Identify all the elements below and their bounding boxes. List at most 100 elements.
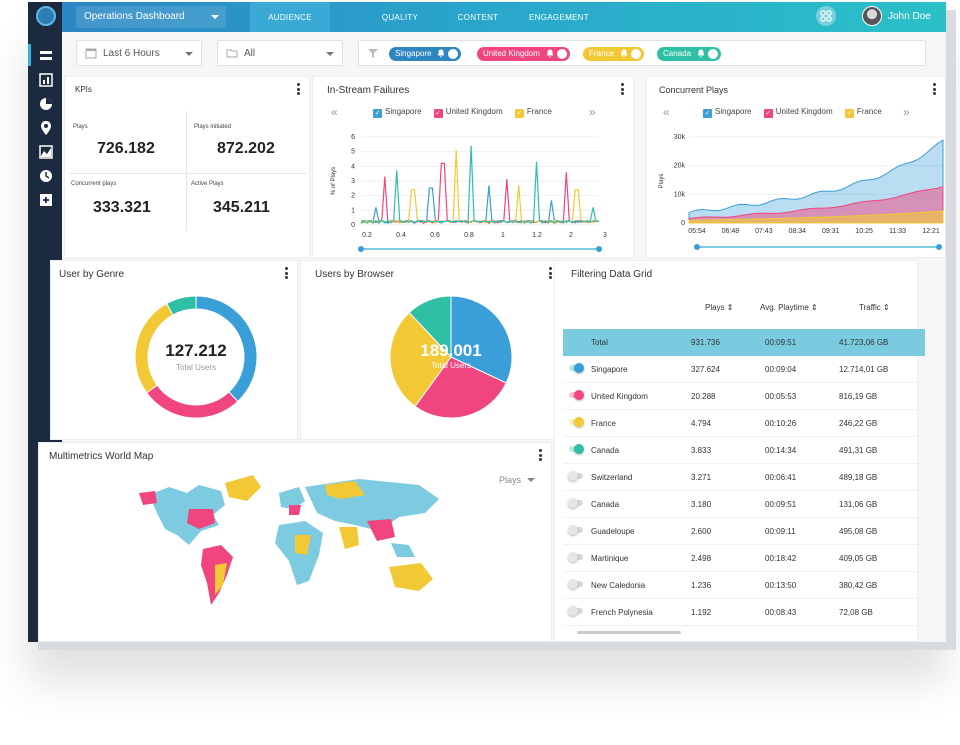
clock-chart-icon[interactable] <box>38 168 54 184</box>
table-row[interactable]: Canada 3.833 00:14:34 491,31 GB <box>563 437 925 464</box>
horizontal-scrollbar[interactable] <box>577 631 681 634</box>
in-stream-failures-panel: In-Stream Failures « » ✓ Singapore ✓ Unite… <box>312 76 634 258</box>
chevron-right-icon[interactable]: » <box>903 105 910 119</box>
table-row[interactable]: Singapore 327.624 00:09:04 12.714,01 GB <box>563 356 925 383</box>
bell-icon[interactable] <box>437 49 445 58</box>
bell-icon[interactable] <box>620 49 628 58</box>
row-toggle[interactable] <box>569 417 584 427</box>
concurrent-area-chart: 30k 20k 10k 0 Plays 05:54 06:48 07:43 08:34 09:31… <box>659 134 944 250</box>
dashboard-select[interactable]: Operations Dashboard <box>76 6 226 28</box>
app-logo[interactable] <box>36 6 56 26</box>
row-toggle[interactable] <box>568 552 583 562</box>
legend-item[interactable]: ✓ Singapore <box>703 107 751 118</box>
pie-chart-icon[interactable] <box>38 96 54 112</box>
chip-united-kingdom[interactable]: United Kingdom × <box>477 47 570 61</box>
cell-playtime: 00:09:04 <box>765 365 797 374</box>
tab-audience[interactable]: AUDIENCE <box>250 2 330 32</box>
folder-icon <box>226 47 238 59</box>
apps-icon[interactable] <box>816 6 836 26</box>
chevron-left-icon[interactable]: « <box>331 105 338 119</box>
column-header-plays[interactable]: Plays ⇕ <box>705 303 734 312</box>
row-toggle[interactable] <box>568 471 583 481</box>
close-icon[interactable]: × <box>448 49 459 59</box>
chevron-down-icon <box>527 478 536 482</box>
cell-name: Martinique <box>591 554 629 563</box>
table-row[interactable]: France 4.794 00:10:26 246,22 GB <box>563 410 925 437</box>
divider <box>186 111 187 231</box>
tab-content[interactable]: CONTENT <box>440 2 516 32</box>
username[interactable]: John Doe <box>888 11 931 22</box>
cell-playtime: 00:09:51 <box>765 338 797 347</box>
more-vert-icon[interactable] <box>621 83 625 95</box>
table-row[interactable]: United Kingdom 20.288 00:05:53 816,19 GB <box>563 383 925 410</box>
more-vert-icon[interactable] <box>297 83 301 95</box>
x-tick-label: 0.6 <box>430 232 440 239</box>
metric-select[interactable]: Plays <box>499 475 536 485</box>
table-row[interactable]: Canada 3.180 00:09:51 131,06 GB <box>563 491 925 518</box>
cell-plays: 1.192 <box>691 608 712 617</box>
row-toggle[interactable] <box>568 525 583 535</box>
cell-traffic: 131,06 GB <box>839 500 878 509</box>
row-toggle[interactable] <box>568 498 583 508</box>
chip-canada[interactable]: Canada × <box>657 47 722 61</box>
cell-plays: 3.180 <box>691 500 712 509</box>
column-label: Avg. Playtime <box>760 303 809 312</box>
column-header-playtime[interactable]: Avg. Playtime ⇕ <box>760 303 818 312</box>
legend-item[interactable]: ✓ France <box>514 107 552 118</box>
area-chart-icon[interactable] <box>38 144 54 160</box>
legend-item[interactable]: ✓ France <box>844 107 882 118</box>
cell-playtime: 00:08:43 <box>765 608 797 617</box>
table-row[interactable]: Martinique 2.498 00:18:42 409,05 GB <box>563 545 925 572</box>
chip-singapore[interactable]: Singapore × <box>389 47 462 61</box>
donut-total-value: 127.212 <box>165 341 227 360</box>
location-icon[interactable] <box>38 120 54 136</box>
row-toggle[interactable] <box>568 606 583 616</box>
column-header-traffic[interactable]: Traffic ⇕ <box>859 303 890 312</box>
bell-icon[interactable] <box>546 49 554 58</box>
tab-quality[interactable]: QUALITY <box>362 2 438 32</box>
row-toggle[interactable] <box>569 390 584 400</box>
world-map[interactable] <box>129 465 459 615</box>
table-row[interactable]: French Polynesia 1.192 00:08:43 72,08 GB <box>563 599 925 626</box>
more-vert-icon[interactable] <box>285 267 289 279</box>
cell-traffic: 816,19 GB <box>839 392 878 401</box>
tab-engagement[interactable]: ENGAGEMENT <box>518 2 600 32</box>
table-row[interactable]: New Caledonia 1.236 00:13:50 380,42 GB <box>563 572 925 599</box>
dashboard-icon[interactable] <box>38 48 54 64</box>
close-icon[interactable]: × <box>708 49 719 59</box>
table-row[interactable]: Switzerland 3.271 00:06:41 489,18 GB <box>563 464 925 491</box>
more-vert-icon[interactable] <box>539 449 543 461</box>
chart-legend: ✓ Singapore ✓ United Kingdom ✓ France <box>373 107 562 118</box>
row-toggle[interactable] <box>569 444 584 454</box>
series-line <box>360 150 600 225</box>
legend-item[interactable]: ✓ United Kingdom <box>433 107 503 118</box>
table-row[interactable]: Guadeloupe 2.600 00:09:11 495,08 GB <box>563 518 925 545</box>
chevron-left-icon[interactable]: « <box>663 105 670 119</box>
chevron-right-icon[interactable]: » <box>589 105 596 119</box>
time-range-select[interactable]: Last 6 Hours <box>76 40 202 66</box>
chip-france[interactable]: France × <box>583 47 644 61</box>
y-tick-label: 5 <box>351 149 355 156</box>
avatar[interactable] <box>862 6 882 26</box>
add-widget-icon[interactable] <box>38 192 54 208</box>
more-vert-icon[interactable] <box>549 267 553 279</box>
more-vert-icon[interactable] <box>933 83 937 95</box>
x-tick-label: 05:54 <box>688 228 706 235</box>
table-row-total[interactable]: Total 931.736 00:09:51 41.723,06 GB <box>563 329 925 356</box>
calendar-icon <box>85 47 97 59</box>
legend-item[interactable]: ✓ United Kingdom <box>763 107 833 118</box>
y-tick-label: 2 <box>351 193 355 200</box>
legend-label: United Kingdom <box>445 107 503 116</box>
x-tick-label: 11:33 <box>889 228 906 235</box>
segment-select[interactable]: All <box>217 40 343 66</box>
bell-icon[interactable] <box>697 49 705 58</box>
row-toggle[interactable] <box>569 363 584 373</box>
legend-item[interactable]: ✓ Singapore <box>373 107 421 118</box>
close-icon[interactable]: × <box>556 49 567 59</box>
row-toggle[interactable] <box>568 579 583 589</box>
x-tick-label: 1 <box>501 232 505 239</box>
cell-traffic: 72,08 GB <box>839 608 873 617</box>
country-filter-box[interactable]: Singapore × United Kingdom × France × Ca… <box>358 40 926 66</box>
bar-chart-icon[interactable] <box>38 72 54 88</box>
close-icon[interactable]: × <box>630 49 641 59</box>
